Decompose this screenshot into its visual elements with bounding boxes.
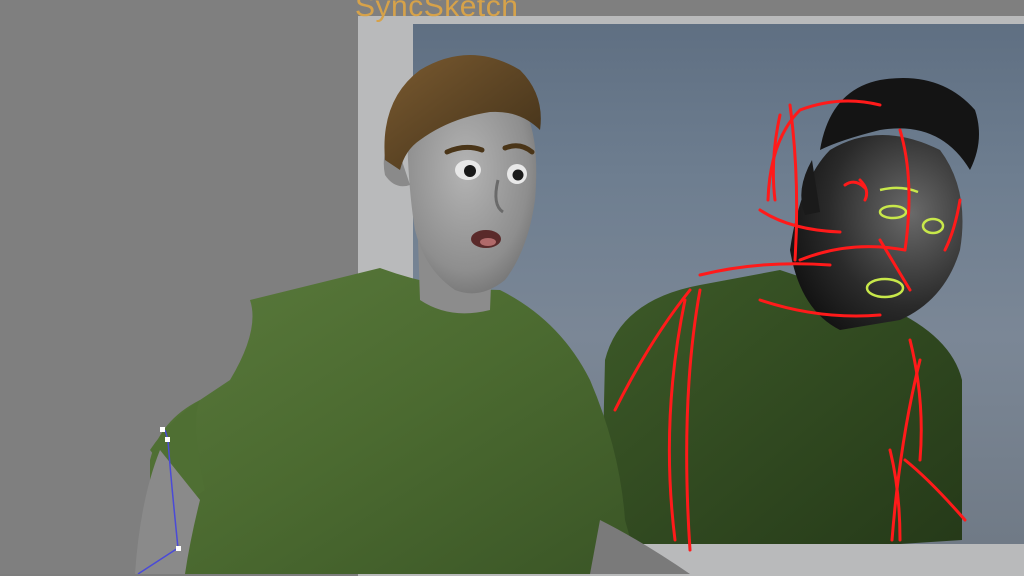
reference-character: [600, 78, 979, 574]
tongue: [480, 238, 496, 246]
control-handle-top[interactable]: [160, 427, 165, 432]
control-handle-mid[interactable]: [165, 437, 170, 442]
rendered-character: [135, 55, 690, 574]
maya-viewport[interactable]: SyncSketch: [0, 0, 1024, 576]
control-handle-bottom[interactable]: [176, 546, 181, 551]
pupil-left: [464, 165, 476, 177]
scene-render: [135, 55, 979, 574]
pupil-right: [512, 169, 524, 181]
character-shirt: [150, 268, 640, 574]
